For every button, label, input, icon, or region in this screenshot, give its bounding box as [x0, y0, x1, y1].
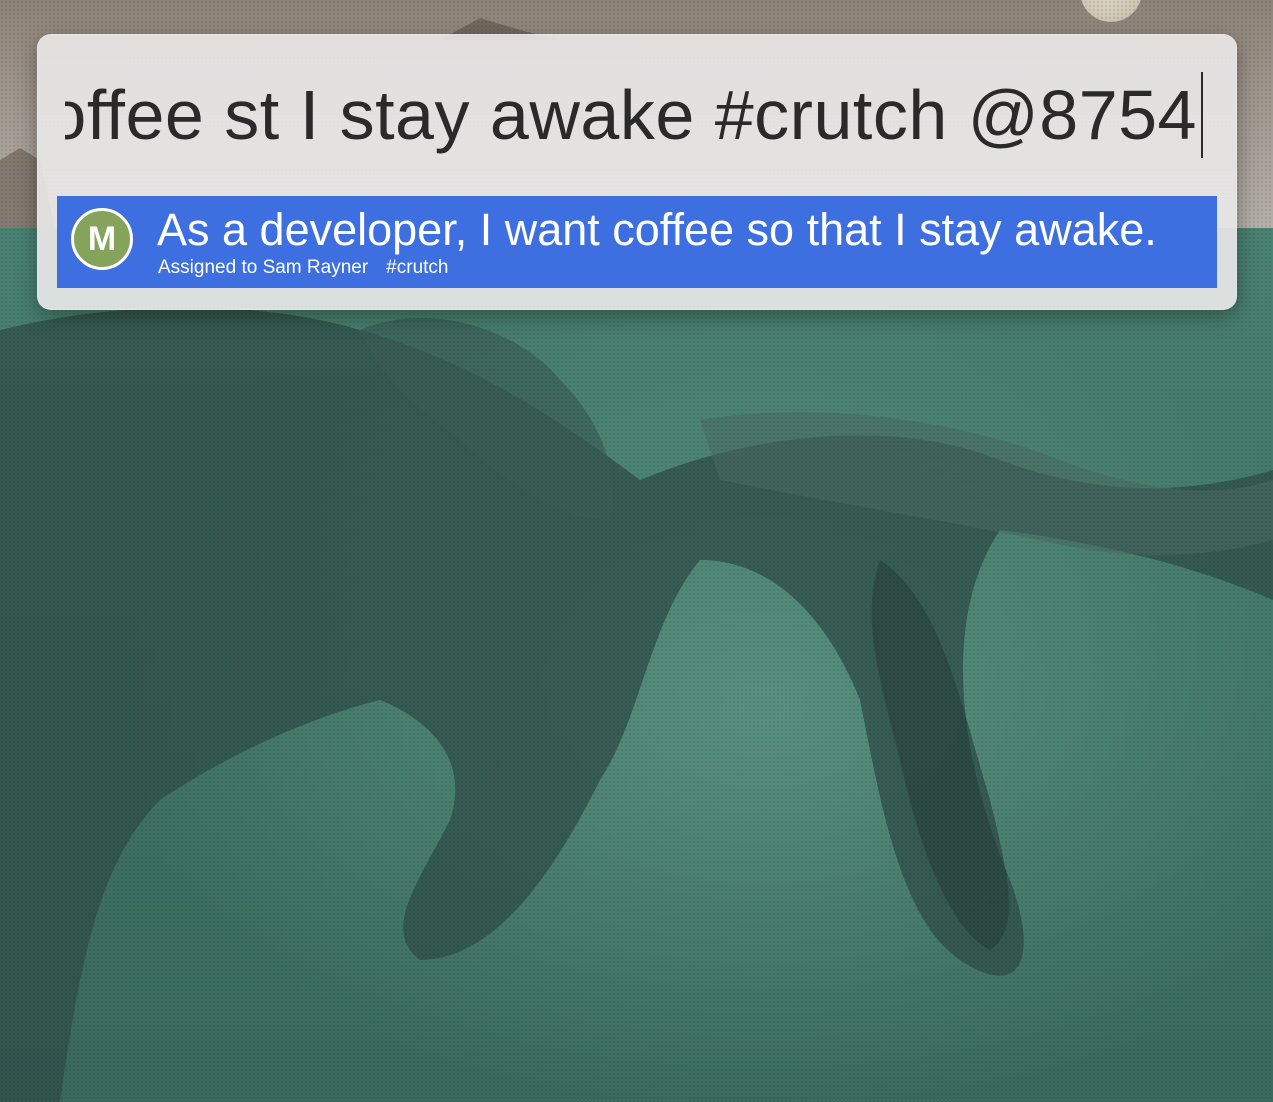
- search-query-text: offee st I stay awake #crutch @8754: [65, 76, 1197, 154]
- avatar: M: [71, 208, 133, 270]
- result-assignee: Assigned to Sam Rayner: [158, 257, 369, 278]
- search-input[interactable]: offee st I stay awake #crutch @8754: [65, 72, 1203, 164]
- result-title: As a developer, I want coffee so that I …: [157, 204, 1157, 255]
- result-meta: Assigned to Sam Rayner #crutch: [158, 256, 448, 280]
- result-item-selected[interactable]: M As a developer, I want coffee so that …: [57, 196, 1217, 288]
- text-caret: [1201, 72, 1203, 158]
- result-tag: #crutch: [386, 257, 449, 278]
- quick-launcher-panel: offee st I stay awake #crutch @8754 M As…: [37, 34, 1237, 310]
